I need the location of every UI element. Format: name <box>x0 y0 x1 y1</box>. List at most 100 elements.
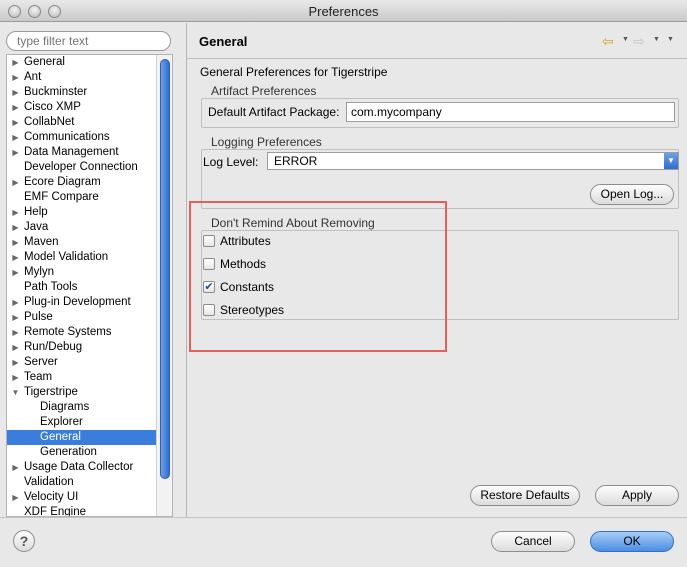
triangle-right-icon[interactable]: ▶ <box>11 205 20 220</box>
tree-item-label: Help <box>24 206 48 218</box>
restore-defaults-button[interactable]: Restore Defaults <box>470 485 580 506</box>
open-log-button[interactable]: Open Log... <box>590 184 674 205</box>
triangle-right-icon[interactable]: ▶ <box>11 370 20 385</box>
tree-item-label: Usage Data Collector <box>24 461 134 473</box>
tree-item-label: Developer Connection <box>24 161 138 173</box>
highlight-box <box>189 201 447 352</box>
tree-item-label: Validation <box>24 476 74 488</box>
tree-item[interactable]: ▶ Communications <box>7 130 157 145</box>
cancel-button[interactable]: Cancel <box>491 531 575 552</box>
tree-item[interactable]: ▶ Velocity UI <box>7 490 157 505</box>
tree-item[interactable]: Validation <box>7 475 157 490</box>
tree-item-label: Pulse <box>24 311 53 323</box>
default-package-input[interactable] <box>346 102 675 122</box>
main-panel: General ⇦ ▼ ⇨ ▼ ▼ General Preferences fo… <box>187 23 687 517</box>
tree-item[interactable]: ▶ Help <box>7 205 157 220</box>
triangle-right-icon[interactable]: ▶ <box>11 250 20 265</box>
artifact-group-label: Artifact Preferences <box>211 84 317 98</box>
filter-input[interactable] <box>6 31 171 51</box>
tree-item-label: Explorer <box>40 416 83 428</box>
tree-item[interactable]: ▶ Team <box>7 370 157 385</box>
tree-item[interactable]: ▶ Cisco XMP <box>7 100 157 115</box>
tree-item-label: Ecore Diagram <box>24 176 101 188</box>
chevron-down-icon[interactable]: ▼ <box>622 36 629 43</box>
tree-list: ▶ General ▶ Ant ▶ Buckminster ▶ Cisco XMP ▶ Colla… <box>7 55 157 516</box>
tree-item[interactable]: ▶ Server <box>7 355 157 370</box>
tree-item[interactable]: ▶ Remote Systems <box>7 325 157 340</box>
tree-item-label: Server <box>24 356 58 368</box>
tree-item[interactable]: ▶ Java <box>7 220 157 235</box>
tree-item[interactable]: General <box>7 430 157 445</box>
tree-item[interactable]: ▶ Mylyn <box>7 265 157 280</box>
tree-item[interactable]: ▶ CollabNet <box>7 115 157 130</box>
triangle-right-icon[interactable]: ▶ <box>11 265 20 280</box>
page-description: General Preferences for Tigerstripe <box>200 65 388 79</box>
page-title: General <box>199 34 248 49</box>
tree-item-label: Tigerstripe <box>24 386 78 398</box>
triangle-right-icon[interactable]: ▶ <box>11 460 20 475</box>
triangle-right-icon[interactable]: ▶ <box>11 175 20 190</box>
tree-item[interactable]: ▼ Tigerstripe <box>7 385 157 400</box>
tree-item-label: Ant <box>24 71 42 83</box>
tree-item[interactable]: ▶ Maven <box>7 235 157 250</box>
triangle-right-icon[interactable]: ▶ <box>11 325 20 340</box>
triangle-right-icon[interactable]: ▶ <box>11 490 20 505</box>
triangle-right-icon[interactable]: ▶ <box>11 295 20 310</box>
triangle-right-icon[interactable]: ▶ <box>11 55 20 70</box>
tree-item[interactable]: Explorer <box>7 415 157 430</box>
triangle-right-icon[interactable]: ▶ <box>11 235 20 250</box>
tree-item-label: Java <box>24 221 49 233</box>
apply-button[interactable]: Apply <box>595 485 679 506</box>
tree-item-label: Cisco XMP <box>24 101 81 113</box>
arrow-left-icon[interactable]: ⇦ <box>602 33 614 50</box>
tree-item[interactable]: ▶ Ecore Diagram <box>7 175 157 190</box>
tree-item[interactable]: Generation <box>7 445 157 460</box>
tree-item[interactable]: Developer Connection <box>7 160 157 175</box>
tree-item[interactable]: ▶ Plug-in Development <box>7 295 157 310</box>
tree-item[interactable]: ▶ Run/Debug <box>7 340 157 355</box>
preference-tree: ▶ General ▶ Ant ▶ Buckminster ▶ Cisco XMP ▶ Colla… <box>6 54 173 517</box>
triangle-right-icon[interactable]: ▶ <box>11 355 20 370</box>
triangle-right-icon[interactable]: ▶ <box>11 115 20 130</box>
triangle-right-icon[interactable]: ▶ <box>11 85 20 100</box>
tree-item[interactable]: ▶ Pulse <box>7 310 157 325</box>
triangle-right-icon[interactable]: ▶ <box>11 220 20 235</box>
tree-item[interactable]: EMF Compare <box>7 190 157 205</box>
package-label: Default Artifact Package: <box>208 105 340 119</box>
sidebar: ▶ General ▶ Ant ▶ Buckminster ▶ Cisco XMP ▶ Colla… <box>0 23 186 517</box>
triangle-right-icon[interactable]: ▶ <box>11 310 20 325</box>
tree-item-label: General <box>40 431 81 443</box>
tree-item[interactable]: ▶ Model Validation <box>7 250 157 265</box>
tree-item-label: Run/Debug <box>24 341 83 353</box>
tree-item-label: Team <box>24 371 53 383</box>
tree-item[interactable]: Path Tools <box>7 280 157 295</box>
view-menu-icon[interactable]: ▼ <box>667 36 674 43</box>
tree-item-label: General <box>24 56 65 68</box>
tree-scrollbar[interactable] <box>156 55 172 516</box>
help-icon[interactable]: ? <box>13 530 35 552</box>
triangle-right-icon[interactable]: ▶ <box>11 145 20 160</box>
ok-button[interactable]: OK <box>590 531 674 552</box>
chevron-down-icon[interactable]: ▼ <box>653 36 660 43</box>
page-header: General ⇦ ▼ ⇨ ▼ ▼ <box>187 23 687 59</box>
log-level-select[interactable]: ERROR ▼ <box>267 152 679 170</box>
window-title: Preferences <box>308 4 379 19</box>
tree-item[interactable]: ▶ Buckminster <box>7 85 157 100</box>
tree-item[interactable]: ▶ Data Management <box>7 145 157 160</box>
arrow-right-icon[interactable]: ⇨ <box>633 33 645 50</box>
triangle-right-icon[interactable]: ▶ <box>11 100 20 115</box>
tree-item[interactable]: ▶ Usage Data Collector <box>7 460 157 475</box>
tree-item[interactable]: ▶ Ant <box>7 70 157 85</box>
logging-group-label: Logging Preferences <box>211 135 322 149</box>
chevron-down-icon: ▼ <box>664 153 678 169</box>
triangle-right-icon[interactable]: ▶ <box>11 130 20 145</box>
tree-item[interactable]: ▶ General <box>7 55 157 70</box>
triangle-down-icon[interactable]: ▼ <box>11 385 20 400</box>
tree-item-label: Buckminster <box>24 86 88 98</box>
tree-item[interactable]: XDF Engine <box>7 505 157 516</box>
tree-item[interactable]: Diagrams <box>7 400 157 415</box>
scrollbar-thumb[interactable] <box>160 59 170 479</box>
triangle-right-icon[interactable]: ▶ <box>11 70 20 85</box>
tree-item-label: Diagrams <box>40 401 90 413</box>
triangle-right-icon[interactable]: ▶ <box>11 340 20 355</box>
